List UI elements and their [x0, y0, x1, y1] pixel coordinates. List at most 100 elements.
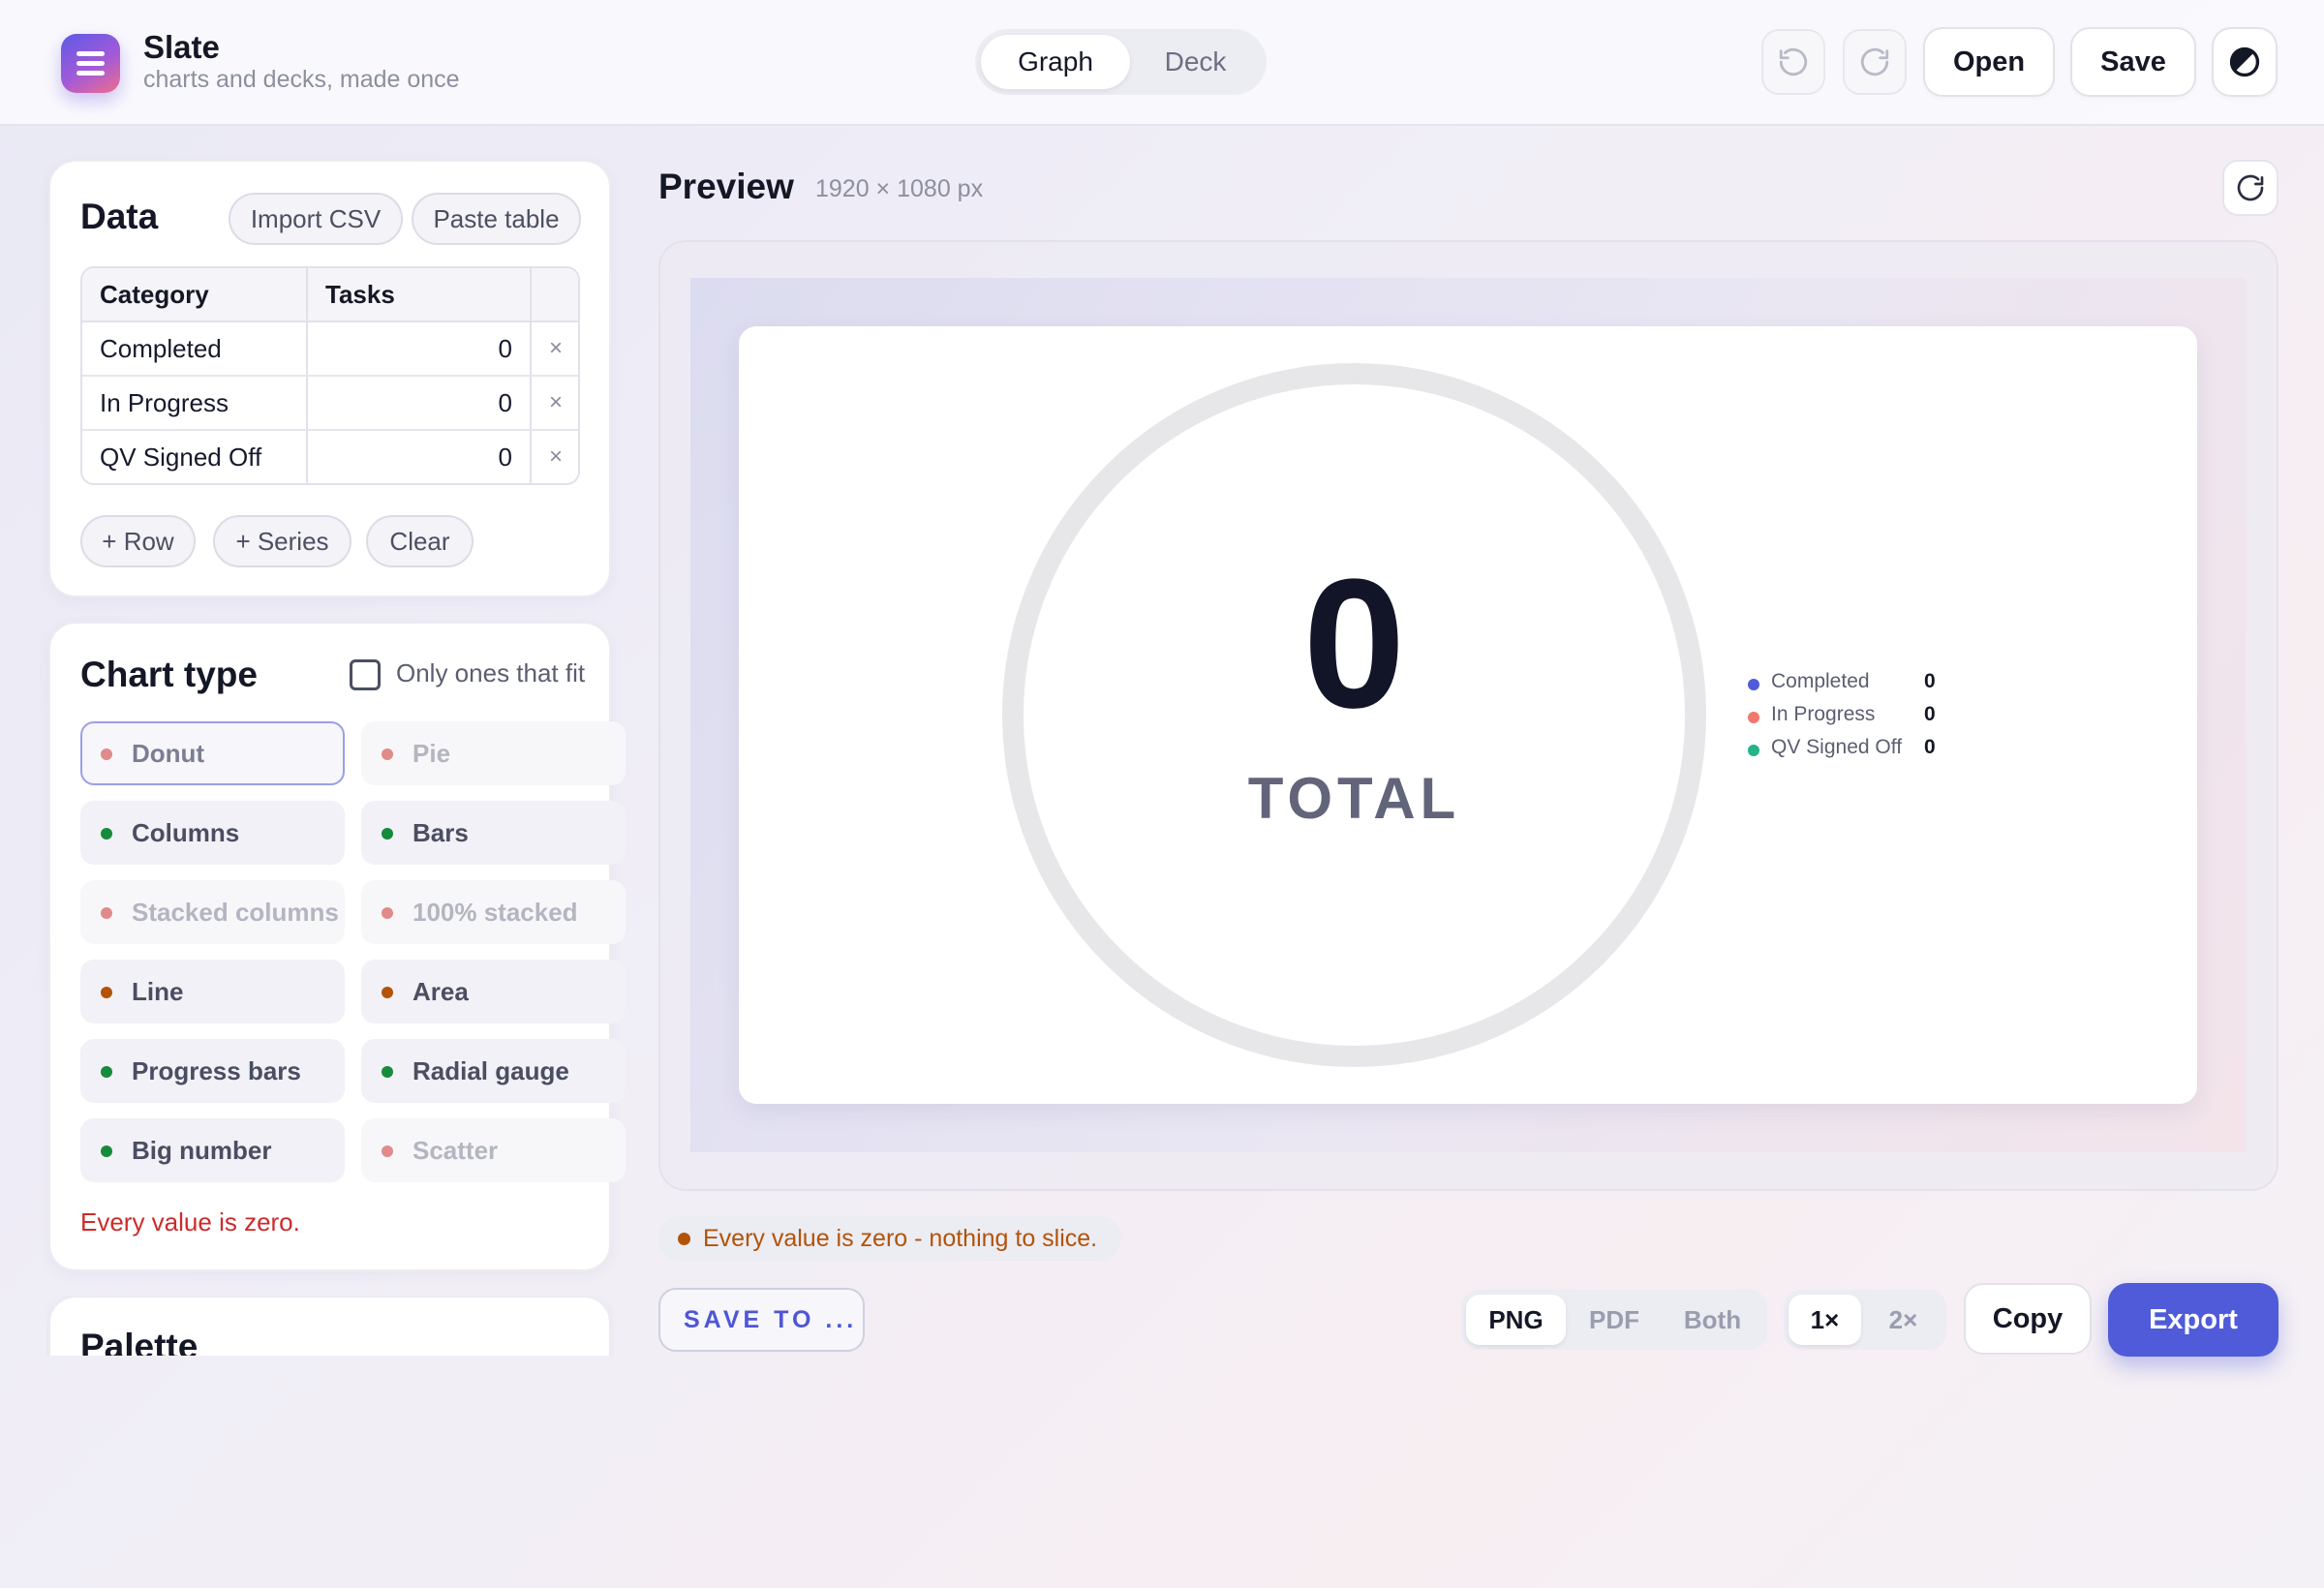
chart-type-radial-gauge[interactable]: Radial gauge [361, 1039, 626, 1103]
undo-icon [1779, 47, 1808, 76]
chart-type-scatter[interactable]: Scatter [361, 1118, 626, 1182]
add-row-button[interactable]: + Row [80, 515, 196, 567]
scale-2x[interactable]: 2× [1865, 1295, 1942, 1345]
legend-label: QV Signed Off [1771, 736, 1903, 758]
add-series-button[interactable]: + Series [213, 515, 352, 567]
chart-type-area[interactable]: Area [361, 960, 626, 1023]
format-png[interactable]: PNG [1466, 1295, 1566, 1345]
undo-button[interactable] [1761, 29, 1825, 95]
redo-icon [1860, 47, 1889, 76]
chart-type-donut[interactable]: Donut [80, 721, 345, 785]
chart-type-big-number[interactable]: Big number [80, 1118, 345, 1182]
chart-type-label: Donut [132, 739, 205, 768]
refresh-button[interactable] [2222, 160, 2278, 216]
table-row: Completed 0 × [82, 322, 578, 377]
warning-dot-icon [678, 1233, 690, 1245]
category-cell[interactable]: QV Signed Off [82, 431, 308, 483]
category-cell[interactable]: In Progress [82, 377, 308, 429]
status-dot-icon [382, 1066, 393, 1078]
import-csv-button[interactable]: Import CSV [229, 193, 403, 245]
chart-type-line[interactable]: Line [80, 960, 345, 1023]
format-switch: PNG PDF Both [1461, 1290, 1767, 1350]
data-panel-title: Data [80, 197, 159, 236]
chart-type-label: Radial gauge [413, 1056, 569, 1085]
legend-label: Completed [1771, 670, 1870, 692]
format-both[interactable]: Both [1663, 1295, 1762, 1345]
remove-row-button[interactable]: × [532, 322, 578, 375]
clear-button[interactable]: Clear [366, 515, 474, 567]
table-row: In Progress 0 × [82, 377, 578, 431]
legend-swatch [1748, 745, 1759, 756]
open-button[interactable]: Open [1923, 27, 2055, 97]
palette-panel: Palette [48, 1296, 611, 1356]
data-panel: Data Import CSV Paste table Category Tas… [48, 160, 611, 597]
export-button[interactable]: Export [2108, 1283, 2278, 1357]
chart-type-label: Columns [132, 818, 240, 847]
chart-type-title: Chart type [80, 655, 258, 694]
total-value: 0 [1302, 541, 1406, 747]
app-logo-icon [61, 34, 120, 93]
category-cell[interactable]: Completed [82, 322, 308, 375]
save-to-button[interactable]: SAVE TO ... [658, 1288, 865, 1352]
only-fit-checkbox[interactable] [350, 659, 381, 690]
tab-deck[interactable]: Deck [1130, 35, 1261, 89]
legend-value: 0 [1924, 736, 1936, 758]
column-header-category[interactable]: Category [82, 268, 308, 321]
chart-type-100-stacked[interactable]: 100% stacked [361, 880, 626, 944]
chart-type-label: Big number [132, 1136, 272, 1165]
copy-button[interactable]: Copy [1964, 1283, 2092, 1355]
remove-row-button[interactable]: × [532, 431, 578, 483]
chart-type-label: Progress bars [132, 1056, 301, 1085]
warning-badge: Every value is zero - nothing to slice. [658, 1216, 1121, 1261]
preview-dimensions: 1920 × 1080 px [815, 175, 984, 202]
status-dot-icon [382, 907, 393, 919]
chart-type-bars[interactable]: Bars [361, 801, 626, 865]
column-header-tasks[interactable]: Tasks [308, 268, 532, 321]
status-dot-icon [382, 828, 393, 840]
top-bar: Slate charts and decks, made once Graph … [0, 0, 2324, 126]
theme-toggle-button[interactable] [2212, 27, 2278, 97]
chart-type-label: Scatter [413, 1136, 499, 1165]
chart-type-label: Area [413, 977, 469, 1006]
chart-type-columns[interactable]: Columns [80, 801, 345, 865]
chart-type-pie[interactable]: Pie [361, 721, 626, 785]
redo-button[interactable] [1843, 29, 1907, 95]
app-title: Slate [143, 29, 220, 65]
chart-type-progress-bars[interactable]: Progress bars [80, 1039, 345, 1103]
data-table: Category Tasks Completed 0 × In Progress… [80, 266, 580, 485]
status-dot-icon [101, 1066, 112, 1078]
warning-text: Every value is zero - nothing to slice. [703, 1225, 1098, 1252]
chart-type-label: Bars [413, 818, 469, 847]
table-row: QV Signed Off 0 × [82, 431, 578, 483]
status-dot-icon [101, 987, 112, 998]
palette-title: Palette [80, 1327, 199, 1356]
status-dot-icon [101, 1145, 112, 1157]
chart-type-stacked-columns[interactable]: Stacked columns [80, 880, 345, 944]
chart-type-label: Stacked columns [132, 898, 339, 927]
refresh-icon [2237, 174, 2264, 201]
value-cell[interactable]: 0 [308, 431, 532, 483]
legend-swatch [1748, 679, 1759, 690]
legend-label: In Progress [1771, 703, 1876, 725]
table-header: Category Tasks [82, 268, 578, 322]
status-dot-icon [382, 1145, 393, 1157]
status-dot-icon [101, 828, 112, 840]
value-cell[interactable]: 0 [308, 322, 532, 375]
value-cell[interactable]: 0 [308, 377, 532, 429]
format-pdf[interactable]: PDF [1566, 1295, 1663, 1345]
legend-swatch [1748, 712, 1759, 723]
total-label: TOTAL [1247, 766, 1461, 831]
mode-switch: Graph Deck [975, 29, 1267, 95]
app-subtitle: charts and decks, made once [143, 66, 460, 93]
save-button[interactable]: Save [2070, 27, 2196, 97]
chart-type-label: Line [132, 977, 184, 1006]
scale-1x[interactable]: 1× [1789, 1295, 1861, 1345]
paste-table-button[interactable]: Paste table [412, 193, 581, 245]
chart-type-label: 100% stacked [413, 898, 578, 927]
chart-type-error: Every value is zero. [80, 1207, 300, 1237]
preview-title: Preview [658, 167, 794, 206]
remove-row-button[interactable]: × [532, 377, 578, 429]
only-fit-label[interactable]: Only ones that fit [396, 658, 585, 688]
tab-graph[interactable]: Graph [981, 35, 1130, 89]
legend-value: 0 [1924, 670, 1936, 692]
